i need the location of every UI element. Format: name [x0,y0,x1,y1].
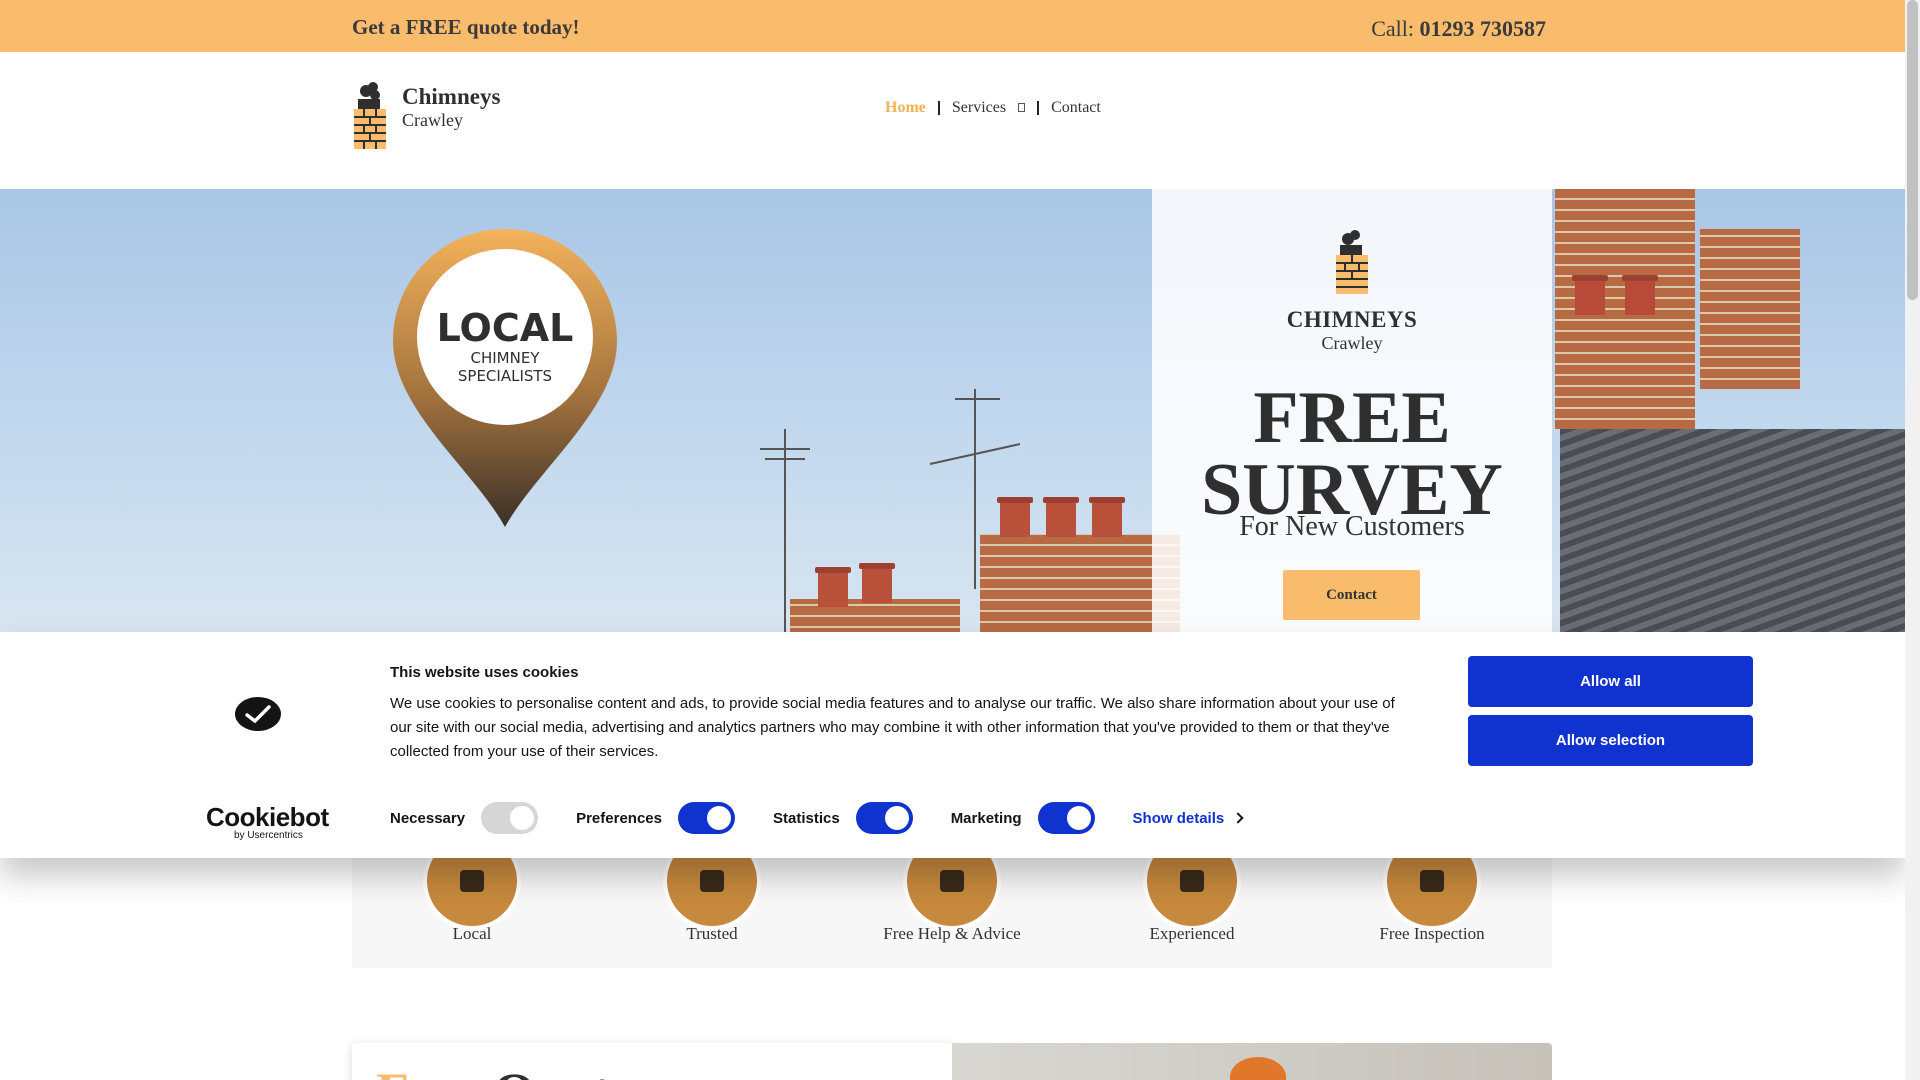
nav-services[interactable]: Services [951,99,1026,117]
nav-services-label: Services [951,99,1007,116]
chevron-right-icon [1232,812,1244,824]
section-title: Free Quot [376,1061,610,1080]
toggle-label: Preferences [576,809,662,827]
scrollbar-thumb[interactable] [1907,0,1918,300]
clipboard-icon [1420,870,1444,892]
toggle-label: Marketing [950,809,1022,827]
title-rest: ree Quot [409,1062,610,1080]
toggle-preferences: Preferences [576,802,735,834]
feature-label: Free Help & Advice [883,924,1021,943]
phone-link[interactable]: 01293 730587 [1420,16,1547,41]
feature-label: Trusted [686,924,738,943]
chimney-pot [1043,497,1079,537]
title-accent: F [376,1062,409,1080]
cookie-heading: This website uses cookies [390,664,579,681]
cookiebot-mark-icon [235,697,281,731]
show-details-label: Show details [1132,809,1225,827]
panel-brand-name: CHIMNEYS [1286,307,1418,332]
dropdown-caret-icon [1018,103,1026,112]
nav-home[interactable]: Home [885,99,926,117]
nav-divider [937,101,940,115]
chimney-logo-icon [354,82,386,149]
toggle-statistics: Statistics [773,802,913,834]
pin-line3: SPECIALISTS [458,367,552,385]
free-quote-text: Get a FREE quote today! [352,15,580,39]
toggle-marketing: Marketing [951,802,1095,834]
hero-contact-button[interactable]: Contact [1283,570,1420,620]
brand-town: Crawley [402,110,463,130]
local-specialists-pin-icon: LOCAL CHIMNEY SPECIALISTS [393,229,617,527]
allow-all-button[interactable]: Allow all [1468,656,1753,707]
switch-knob [706,806,731,830]
chimney-pot [1572,275,1608,315]
roof-slates [1560,429,1905,632]
cookiebot-logo[interactable]: Cookiebot by Usercentrics [206,804,329,842]
marketing-switch[interactable] [1037,802,1095,834]
quote-section-image [952,1043,1552,1080]
pin-line1: LOCAL [437,306,574,350]
top-bar: Get a FREE quote today! Call: 01293 7305… [0,0,1905,52]
statistics-switch[interactable] [855,802,913,834]
chimney-stack [1700,229,1800,389]
switch-knob [1066,806,1091,830]
location-icon [460,870,484,892]
chimney-pot [1622,275,1658,315]
cookiebot-wordmark: Cookiebot [206,802,329,832]
call-info: Call: 01293 730587 [1371,16,1546,42]
headline-free: FREE [1253,377,1451,459]
nav-contact[interactable]: Contact [1051,99,1101,117]
chimney-pot [1089,497,1125,537]
headline-subtitle: For New Customers [1239,511,1465,542]
call-label: Call: [1371,16,1414,41]
page-scrollbar[interactable] [1905,0,1920,1080]
allow-selection-button[interactable]: Allow selection [1468,715,1753,766]
hero-banner: LOCAL CHIMNEY SPECIALISTS CHIMNEYS Crawl… [0,189,1905,632]
panel-brand-town: Crawley [1321,333,1383,353]
cookie-consent-banner: Cookiebot by Usercentrics This website u… [0,632,1905,858]
free-survey-panel: CHIMNEYS Crawley FREE SURVEY For New Cus… [1152,189,1552,632]
toggle-label: Necessary [390,809,466,827]
toggle-label: Statistics [772,809,840,827]
main-nav: Home Services Contact [885,99,1101,117]
handshake-icon [700,870,724,892]
site-logo[interactable]: Chimneys Crawley [352,81,500,150]
chimney-pot [859,563,895,603]
star-icon [1180,870,1204,892]
necessary-switch [481,802,539,834]
feature-label: Local [452,924,492,943]
brand-text: Chimneys Crawley [402,84,500,130]
chimney-logo-icon [1336,230,1368,294]
cookie-description: We use cookies to personalise content an… [390,695,1395,760]
free-quote-card: Free Quot [352,1043,952,1080]
tv-antenna-icon [929,389,1020,589]
preferences-switch[interactable] [677,802,735,834]
help-icon [940,870,964,892]
switch-knob [884,806,909,830]
tv-antenna-icon [760,429,810,632]
feature-label: Free Inspection [1379,924,1485,943]
switch-knob [510,806,535,830]
nav-divider [1037,101,1040,115]
brand-name: Chimneys [402,84,501,109]
pin-line2: CHIMNEY [471,349,541,367]
toggle-necessary: Necessary [390,802,539,834]
feature-label: Experienced [1149,924,1235,943]
cookie-toggles: Necessary Preferences Statistics Marketi… [390,802,1244,834]
site-header: Chimneys Crawley Home Services Contact [0,52,1905,189]
show-details-link[interactable]: Show details [1132,809,1244,827]
hard-hat-image [1230,1057,1286,1080]
